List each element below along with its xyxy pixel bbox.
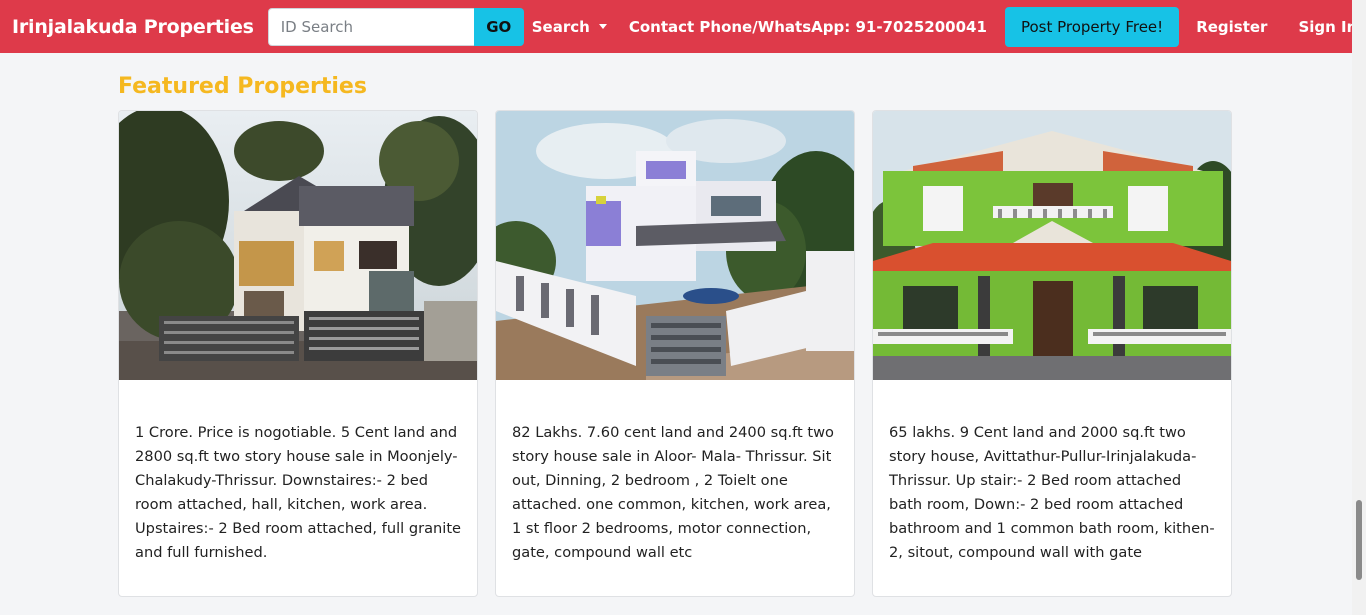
id-search-input[interactable]	[267, 7, 474, 46]
scrollbar-thumb[interactable]	[1356, 500, 1362, 580]
property-description: 1 Crore. Price is nogotiable. 5 Cent lan…	[135, 424, 462, 561]
property-description: 82 Lakhs. 7.60 cent land and 2400 sq.ft …	[512, 424, 834, 561]
property-description: 65 lakhs. 9 Cent land and 2000 sq.ft two…	[889, 424, 1215, 561]
id-search-form: GO	[267, 7, 524, 46]
caret-down-icon	[598, 24, 607, 29]
go-button[interactable]: GO	[473, 7, 524, 46]
top-navbar: Irinjalakuda Properties GO Search Contac…	[0, 0, 1357, 53]
property-card[interactable]: 82 Lakhs. 7.60 cent land and 2400 sq.ft …	[495, 110, 855, 597]
property-photo-house[interactable]	[873, 111, 1231, 380]
property-photo-house[interactable]	[119, 111, 477, 380]
featured-properties-heading: Featured Properties	[118, 74, 367, 99]
page-scrollbar[interactable]	[1352, 0, 1366, 615]
property-card[interactable]: 1 Crore. Price is nogotiable. 5 Cent lan…	[118, 110, 478, 597]
post-property-button[interactable]: Post Property Free!	[1004, 6, 1180, 47]
sign-in-link[interactable]: Sign In	[1298, 18, 1357, 36]
property-card[interactable]: 65 lakhs. 9 Cent land and 2000 sq.ft two…	[872, 110, 1232, 597]
contact-phone-link[interactable]: Contact Phone/WhatsApp: 91-7025200041	[629, 18, 987, 36]
property-photo-house[interactable]	[496, 111, 854, 380]
register-link[interactable]: Register	[1196, 18, 1267, 36]
search-dropdown-label: Search	[531, 17, 590, 36]
search-dropdown-toggle[interactable]: Search	[532, 18, 607, 36]
brand-logo-text[interactable]: Irinjalakuda Properties	[12, 16, 254, 38]
